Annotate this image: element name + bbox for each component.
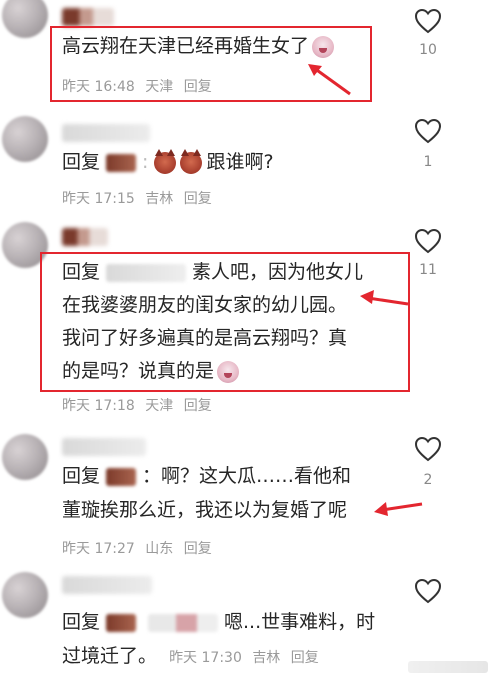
avatar[interactable] xyxy=(2,116,48,162)
like-count: 1 xyxy=(423,154,433,170)
devil-emoji-icon xyxy=(180,148,203,174)
avatar[interactable] xyxy=(2,572,48,618)
reply-button[interactable]: 回复 xyxy=(291,650,319,666)
like-button[interactable] xyxy=(414,436,442,462)
comment-text: 回复 嗯...世事难料，时 xyxy=(62,611,376,633)
like-button[interactable] xyxy=(414,8,442,34)
location: 吉林 xyxy=(145,191,174,207)
mention-blurred[interactable] xyxy=(148,613,219,632)
highlight-box xyxy=(40,252,410,392)
red-arrow xyxy=(308,64,351,96)
location: 山东 xyxy=(145,541,174,557)
devil-emoji-icon xyxy=(154,148,177,174)
like-button[interactable] xyxy=(414,228,442,254)
comment-meta: 昨天 17:30 吉林 回复 xyxy=(169,650,325,666)
timestamp: 昨天 17:18 xyxy=(62,398,135,414)
comment-meta: 昨天 17:27 山东 回复 xyxy=(62,538,218,558)
like-count: 2 xyxy=(423,472,433,488)
comment-text-line: 过境迁了。 昨天 17:30 吉林 回复 xyxy=(62,640,325,675)
mention-blurred[interactable] xyxy=(106,467,137,486)
mention-blurred[interactable] xyxy=(106,613,137,632)
mention-blurred[interactable] xyxy=(106,153,137,172)
comment-meta: 昨天 17:15 吉林 回复 xyxy=(62,188,218,208)
like-button[interactable] xyxy=(414,578,442,604)
timestamp: 昨天 17:27 xyxy=(62,541,135,557)
username-blurred[interactable] xyxy=(62,576,152,594)
like-button[interactable] xyxy=(414,118,442,144)
location: 吉林 xyxy=(252,650,281,666)
watermark xyxy=(408,661,488,673)
like-count: 11 xyxy=(419,262,437,278)
heart-outline-icon xyxy=(414,436,442,462)
comment-text: 回复: 跟谁啊? xyxy=(62,148,274,174)
heart-outline-icon xyxy=(414,118,442,144)
like-count: 10 xyxy=(419,42,437,58)
comment-text-line: 董璇挨那么近，我还以为复婚了呢 xyxy=(62,499,348,521)
red-arrow xyxy=(374,502,423,516)
timestamp: 昨天 17:15 xyxy=(62,191,135,207)
username-blurred[interactable] xyxy=(62,124,150,142)
heart-outline-icon xyxy=(414,228,442,254)
avatar[interactable] xyxy=(2,0,48,38)
reply-button[interactable]: 回复 xyxy=(184,398,212,414)
timestamp: 昨天 17:30 xyxy=(169,650,242,666)
location: 天津 xyxy=(145,398,174,414)
reply-button[interactable]: 回复 xyxy=(184,191,212,207)
username-blurred[interactable] xyxy=(62,228,108,246)
username-blurred[interactable] xyxy=(62,8,114,26)
comment-text: 回复 ：啊？这大瓜……看他和 xyxy=(62,465,352,487)
heart-outline-icon xyxy=(414,578,442,604)
username-blurred[interactable] xyxy=(62,438,146,456)
red-arrow xyxy=(360,290,409,306)
comment-meta: 昨天 17:18 天津 回复 xyxy=(62,395,218,415)
reply-button[interactable]: 回复 xyxy=(184,541,212,557)
heart-outline-icon xyxy=(414,8,442,34)
avatar[interactable] xyxy=(2,434,48,480)
